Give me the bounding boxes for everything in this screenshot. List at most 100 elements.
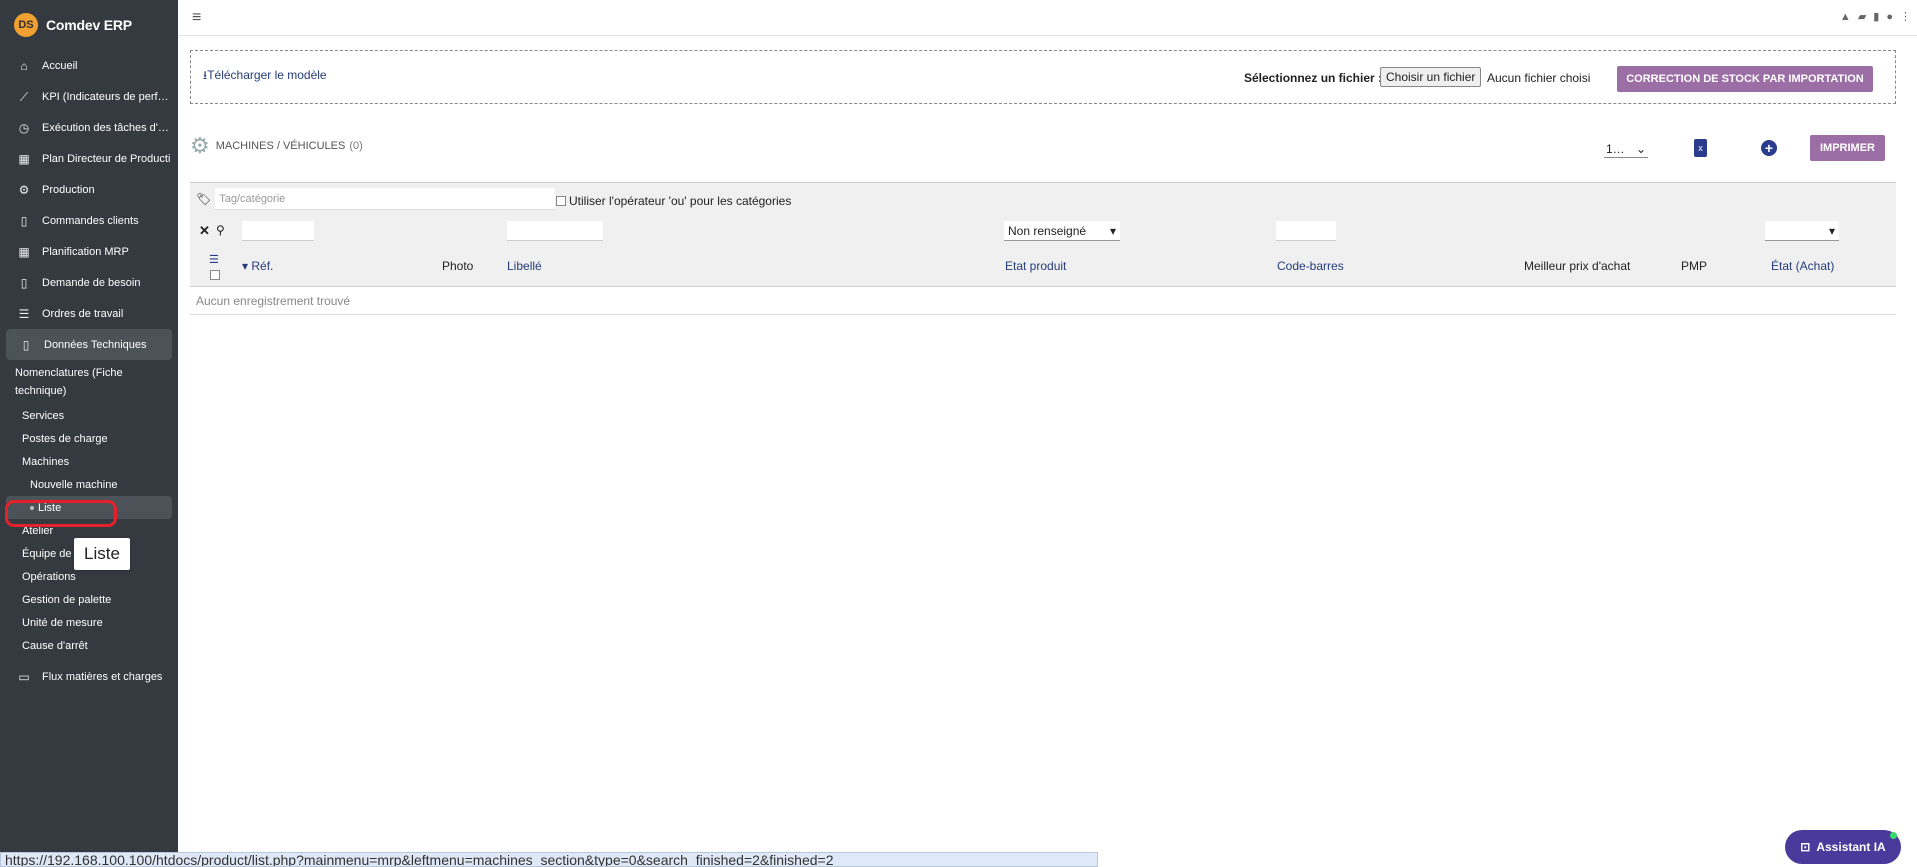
sidebar-item-kpi[interactable]: ⟋ KPI (Indicateurs de perf… bbox=[0, 81, 178, 112]
sidebar-item-label: Demande de besoin bbox=[42, 276, 141, 289]
calendar-icon: ▦ bbox=[18, 151, 30, 166]
column-etat-achat[interactable]: État (Achat) bbox=[1771, 259, 1834, 273]
sidebar-item-label: Données Techniques bbox=[44, 338, 147, 351]
column-photo: Photo bbox=[442, 259, 474, 273]
sidebar-item-label: Commandes clients bbox=[42, 214, 139, 227]
home-icon: ⌂ bbox=[20, 58, 28, 73]
code-barres-filter-input[interactable] bbox=[1276, 221, 1336, 241]
sidebar-item-commandes[interactable]: ▯ Commandes clients bbox=[0, 205, 178, 236]
assistant-ia-button[interactable]: ⊡ Assistant IA bbox=[1785, 830, 1901, 864]
column-code-barres[interactable]: Code-barres bbox=[1277, 259, 1344, 273]
column-ref[interactable]: ▾ Réf. bbox=[242, 259, 273, 273]
choose-file-button[interactable]: Choisir un fichier bbox=[1380, 67, 1482, 87]
sidebar-sub-unite[interactable]: Unité de mesure bbox=[0, 611, 178, 634]
etat-filter-value: Non renseigné bbox=[1008, 223, 1087, 238]
column-etat-produit[interactable]: Etat produit bbox=[1005, 259, 1066, 273]
gears-icon: ⚙ bbox=[190, 133, 210, 158]
tag-icon: 🏷 bbox=[196, 192, 212, 206]
chat-icon[interactable]: ▰ bbox=[1858, 10, 1866, 23]
gears-icon: ⚙ bbox=[18, 182, 30, 197]
sidebar-item-demande[interactable]: ▯ Demande de besoin bbox=[0, 267, 178, 298]
page-size-value: 1… bbox=[1606, 141, 1625, 156]
sidebar-sub-nouvelle-machine[interactable]: Nouvelle machine bbox=[0, 473, 178, 496]
sidebar-item-label: Accueil bbox=[42, 59, 78, 72]
select-all-checkbox[interactable] bbox=[210, 270, 220, 280]
main-menu: ⌂ Accueil ⟋ KPI (Indicateurs de perf… ◷ Exé… bbox=[0, 50, 178, 360]
record-count: (0) bbox=[349, 140, 363, 152]
list-table: 🏷 Tag/catégorie Utiliser l'opérateur 'ou… bbox=[190, 182, 1896, 287]
or-operator-label: Utiliser l'opérateur 'ou' pour les catég… bbox=[569, 194, 792, 208]
sidebar-item-plan-directeur[interactable]: ▦ Plan Directeur de Producti bbox=[0, 143, 178, 174]
list-title: ⚙ MACHINES / VÉHICULES (0) bbox=[190, 133, 363, 159]
sidebar-item-ordres[interactable]: ☰ Ordres de travail bbox=[0, 298, 178, 329]
sidebar-item-flux[interactable]: ▭ Flux matières et charges bbox=[0, 661, 178, 692]
column-pmp: PMP bbox=[1681, 259, 1708, 273]
notification-icon[interactable]: ▲ bbox=[1840, 11, 1851, 23]
clear-filters-icon[interactable]: ✕ bbox=[199, 223, 210, 239]
sidebar-sub-machines[interactable]: Machines bbox=[0, 450, 178, 473]
brand[interactable]: DS Comdev ERP bbox=[0, 0, 178, 50]
sidebar-item-execution[interactable]: ◷ Exécution des tâches d'… bbox=[0, 112, 178, 143]
document-icon: ▯ bbox=[20, 213, 28, 228]
chevron-down-icon: ▾ bbox=[1109, 223, 1116, 238]
app-name: Comdev ERP bbox=[46, 17, 132, 33]
robot-icon: ⊡ bbox=[1800, 840, 1811, 854]
more-vertical-icon[interactable]: ⋮ bbox=[1900, 10, 1911, 23]
print-button[interactable]: IMPRIMER bbox=[1810, 135, 1885, 161]
column-ref-label: Réf. bbox=[251, 259, 274, 273]
online-status-icon bbox=[1890, 832, 1897, 839]
sidebar-item-planification[interactable]: ▦ Planification MRP bbox=[0, 236, 178, 267]
download-template-label: Télécharger le modèle bbox=[207, 68, 327, 82]
hamburger-menu-icon[interactable]: ≡ bbox=[192, 9, 201, 27]
chart-line-icon: ⟋ bbox=[19, 89, 29, 104]
libelle-filter-input[interactable] bbox=[507, 221, 603, 241]
document-icon: ▯ bbox=[22, 337, 30, 352]
brand-logo-icon: DS bbox=[14, 13, 38, 37]
sidebar-item-donnees-techniques[interactable]: ▯ Données Techniques bbox=[6, 329, 172, 360]
trash-icon[interactable]: ▮ bbox=[1873, 10, 1879, 23]
sidebar-sub-palette[interactable]: Gestion de palette bbox=[0, 588, 178, 611]
sidebar-item-label: KPI (Indicateurs de perf… bbox=[42, 90, 169, 103]
add-circle-icon[interactable]: + bbox=[1761, 140, 1777, 156]
sidebar-item-accueil[interactable]: ⌂ Accueil bbox=[0, 50, 178, 81]
top-icons: ▲ ▰ ▮ ● ⋮ bbox=[1840, 10, 1911, 24]
chevron-down-icon: ⌄ bbox=[1635, 141, 1646, 156]
sidebar: DS Comdev ERP ⌂ Accueil ⟋ KPI (Indicateurs… bbox=[0, 0, 178, 867]
etat-achat-filter-select[interactable]: ▾ bbox=[1765, 221, 1839, 241]
sidebar-sub-nomenclatures[interactable]: Nomenclatures (Fiche technique) bbox=[0, 360, 178, 404]
list-columns-icon[interactable]: ☰ bbox=[209, 253, 219, 266]
sidebar-item-label: Exécution des tâches d'… bbox=[42, 121, 169, 134]
excel-export-icon[interactable]: x bbox=[1694, 139, 1707, 157]
search-icon[interactable]: ⚲ bbox=[216, 223, 225, 237]
sidebar-item-label: Planification MRP bbox=[42, 245, 129, 258]
no-file-text: Aucun fichier choisi bbox=[1487, 71, 1591, 85]
column-libelle[interactable]: Libellé bbox=[507, 259, 542, 273]
import-correction-button[interactable]: CORRECTION DE STOCK PAR IMPORTATION bbox=[1617, 66, 1873, 92]
tag-category-input[interactable]: Tag/catégorie bbox=[215, 188, 556, 210]
assistant-label: Assistant IA bbox=[1816, 840, 1886, 854]
sidebar-sub-services[interactable]: Services bbox=[0, 404, 178, 427]
sidebar-item-label: Ordres de travail bbox=[42, 307, 124, 320]
tag-filter: 🏷 Tag/catégorie bbox=[196, 188, 556, 210]
sidebar-item-label: Flux matières et charges bbox=[42, 670, 163, 683]
sidebar-item-production[interactable]: ⚙ Production bbox=[0, 174, 178, 205]
empty-message: Aucun enregistrement trouvé bbox=[190, 288, 1896, 315]
sidebar-item-label: Plan Directeur de Producti bbox=[42, 152, 171, 165]
import-panel: ⭳Télécharger le modèle Sélectionnez un f… bbox=[190, 50, 1896, 104]
highlight-annotation bbox=[5, 500, 117, 527]
etat-produit-filter-select[interactable]: Non renseigné ▾ bbox=[1004, 221, 1120, 241]
file-select-label: Sélectionnez un fichier : bbox=[1244, 71, 1383, 85]
document-icon: ▯ bbox=[20, 275, 28, 290]
sidebar-sub-cause[interactable]: Cause d'arrêt bbox=[0, 634, 178, 657]
ref-filter-input[interactable] bbox=[242, 221, 314, 241]
user-avatar-icon[interactable]: ● bbox=[1886, 11, 1893, 23]
sidebar-sub-postes[interactable]: Postes de charge bbox=[0, 427, 178, 450]
calendar-icon: ▦ bbox=[18, 244, 30, 259]
topbar: ≡ ▲ ▰ ▮ ● ⋮ bbox=[178, 0, 1917, 36]
or-operator-checkbox[interactable] bbox=[556, 196, 566, 206]
page-title: MACHINES / VÉHICULES bbox=[215, 140, 346, 152]
status-bar-url: https://192.168.100.100/htdocs/product/l… bbox=[0, 852, 1098, 867]
page-size-select[interactable]: 1… ⌄ bbox=[1604, 140, 1648, 158]
or-operator-option[interactable]: Utiliser l'opérateur 'ou' pour les catég… bbox=[556, 194, 791, 208]
download-template-link[interactable]: ⭳Télécharger le modèle bbox=[203, 66, 327, 87]
